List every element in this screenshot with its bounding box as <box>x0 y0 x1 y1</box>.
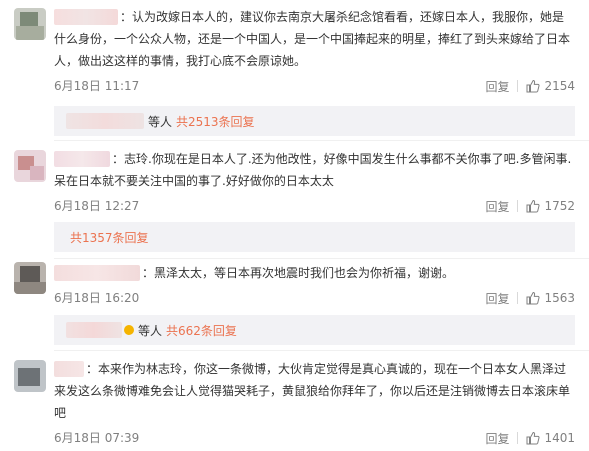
username-blurred[interactable] <box>54 264 140 281</box>
reply-button[interactable]: 回复 <box>485 290 509 307</box>
view-replies-link[interactable]: 共662条回复 <box>166 322 237 339</box>
reply-button[interactable]: 回复 <box>485 430 509 447</box>
reply-button[interactable]: 回复 <box>485 198 509 215</box>
sub-reply-who: 等人 <box>148 114 173 129</box>
comment-text: ：黑泽太太，等日本再次地震时我们也会为你祈福，谢谢。 <box>54 262 575 284</box>
comment-actions: 回复 1752 <box>485 196 575 216</box>
action-divider <box>517 80 519 92</box>
comment-body: ：志玲.你现在是日本人了.还为他改性，好像中国发生什么事都不关你事了吧.多管闲事… <box>54 152 572 188</box>
comment-actions: 回复 1563 <box>485 288 575 308</box>
sub-reply-badge-icon <box>124 325 134 335</box>
comment-meta: 6月18日 07:39 回复 1401 <box>54 428 575 448</box>
divider <box>54 258 589 259</box>
comment-text: ：认为改嫁日本人的，建议你去南京大屠杀纪念馆看看，还嫁日本人，我服你，她是什么身… <box>54 6 575 72</box>
view-replies-link[interactable]: 共1357条回复 <box>70 229 149 246</box>
avatar[interactable] <box>14 360 46 392</box>
comment-body: ：认为改嫁日本人的，建议你去南京大屠杀纪念馆看看，还嫁日本人，我服你，她是什么身… <box>54 10 571 68</box>
comment-time: 6月18日 12:27 <box>54 199 140 213</box>
divider <box>54 350 589 351</box>
thumbs-up-icon <box>526 199 540 213</box>
sub-replies: 共1357条回复 <box>54 222 575 252</box>
username-blurred[interactable] <box>54 360 84 377</box>
avatar[interactable] <box>14 150 46 182</box>
sub-reply-users-blurred[interactable] <box>66 322 122 338</box>
like-count: 1563 <box>544 291 575 305</box>
divider <box>54 140 589 141</box>
sub-replies: 等人 共2513条回复 <box>54 106 575 136</box>
like-button[interactable]: 1563 <box>526 291 575 305</box>
sub-replies: 等人 共662条回复 <box>54 315 575 345</box>
like-count: 1752 <box>544 199 575 213</box>
thumbs-up-icon <box>526 291 540 305</box>
reply-button[interactable]: 回复 <box>485 78 509 95</box>
thumbs-up-icon <box>526 79 540 93</box>
username-blurred[interactable] <box>54 150 110 167</box>
sub-reply-users-blurred[interactable] <box>66 113 144 129</box>
like-button[interactable]: 1401 <box>526 431 575 445</box>
comment-actions: 回复 2154 <box>485 76 575 96</box>
comment-time: 6月18日 07:39 <box>54 431 140 445</box>
action-divider <box>517 200 519 212</box>
comment-meta: 6月18日 11:17 回复 2154 <box>54 76 575 96</box>
comment-actions: 回复 1401 <box>485 428 575 448</box>
like-button[interactable]: 2154 <box>526 79 575 93</box>
comment-text: ：志玲.你现在是日本人了.还为他改性，好像中国发生什么事都不关你事了吧.多管闲事… <box>54 148 575 192</box>
comment-meta: 6月18日 12:27 回复 1752 <box>54 196 575 216</box>
comment-body: ：本来作为林志玲，你这一条微博，大伙肯定觉得是真心真诚的，现在一个日本女人黑泽过… <box>54 362 571 420</box>
comment-text: ：本来作为林志玲，你这一条微博，大伙肯定觉得是真心真诚的，现在一个日本女人黑泽过… <box>54 358 575 424</box>
sub-reply-who: 等人 <box>138 323 163 338</box>
avatar[interactable] <box>14 8 46 40</box>
view-replies-link[interactable]: 共2513条回复 <box>176 113 255 130</box>
action-divider <box>517 432 519 444</box>
comment-time: 6月18日 11:17 <box>54 79 140 93</box>
username-blurred[interactable] <box>54 8 118 25</box>
comment-time: 6月18日 16:20 <box>54 291 140 305</box>
avatar[interactable] <box>14 262 46 294</box>
like-button[interactable]: 1752 <box>526 199 575 213</box>
comment-meta: 6月18日 16:20 回复 1563 <box>54 288 575 308</box>
thumbs-up-icon <box>526 431 540 445</box>
comment-body: ：黑泽太太，等日本再次地震时我们也会为你祈福，谢谢。 <box>142 266 455 280</box>
action-divider <box>517 292 519 304</box>
like-count: 2154 <box>544 79 575 93</box>
like-count: 1401 <box>544 431 575 445</box>
